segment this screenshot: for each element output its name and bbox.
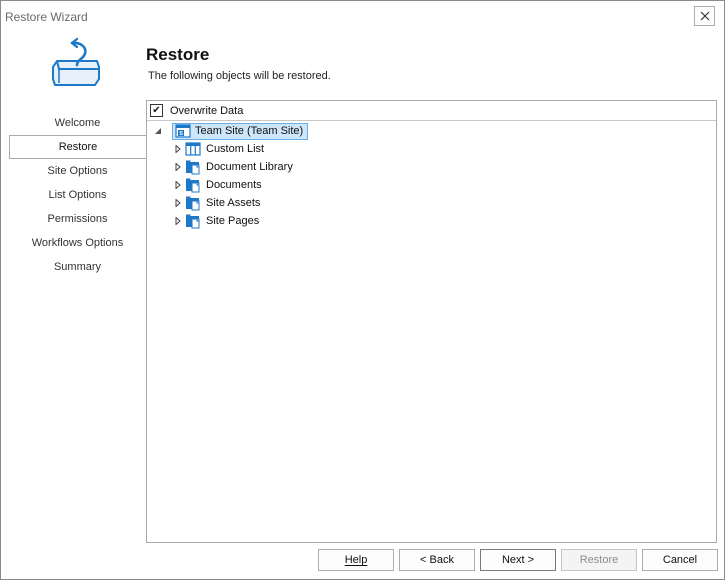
expand-arrow-icon[interactable]: [173, 158, 183, 176]
restore-wizard-window: Restore Wizard Restore The following obj…: [0, 0, 725, 580]
library-icon: [186, 178, 200, 193]
objects-panel: ✔ Overwrite Data S Team Site (Team Site): [146, 100, 717, 543]
tree-node-site-assets[interactable]: Site Assets: [173, 194, 260, 212]
expand-arrow-icon[interactable]: [173, 212, 183, 230]
close-button[interactable]: [694, 6, 715, 26]
nav-item-site-options[interactable]: Site Options: [9, 159, 146, 183]
tree-node-team-site[interactable]: S Team Site (Team Site): [153, 122, 309, 140]
cancel-button[interactable]: Cancel: [642, 549, 718, 571]
restore-box-icon: [52, 37, 100, 86]
tree-node-document-library[interactable]: Document Library: [173, 158, 293, 176]
tree-node-label: Site Pages: [206, 215, 260, 227]
page-title: Restore: [146, 45, 210, 64]
nav-item-label: Welcome: [54, 117, 101, 129]
expand-arrow-icon[interactable]: [173, 194, 183, 212]
nav-item-label: Workflows Options: [31, 237, 124, 249]
nav-item-workflows-options[interactable]: Workflows Options: [9, 231, 146, 255]
overwrite-data-checkbox[interactable]: ✔: [150, 104, 163, 117]
next-button[interactable]: Next >: [480, 549, 556, 571]
nav-item-label: List Options: [48, 189, 107, 201]
close-icon: [700, 11, 709, 21]
page-subtitle: The following objects will be restored.: [148, 70, 331, 82]
library-icon: [186, 214, 200, 229]
help-button-label: Help: [344, 554, 368, 566]
nav-item-label: Restore: [58, 141, 98, 153]
nav-item-summary[interactable]: Summary: [9, 255, 146, 279]
nav-item-label: Summary: [53, 261, 102, 273]
wizard-steps-nav: Welcome Restore Site Options List Option…: [9, 111, 146, 279]
sharepoint-site-icon: S: [175, 124, 191, 138]
nav-item-label: Permissions: [47, 213, 108, 225]
tree-node-label: Documents: [206, 179, 262, 191]
tree-node-selected[interactable]: S Team Site (Team Site): [172, 122, 309, 140]
collapse-arrow-icon[interactable]: [153, 122, 163, 140]
svg-text:S: S: [179, 131, 183, 137]
back-button-label: < Back: [420, 554, 454, 566]
expand-arrow-icon[interactable]: [173, 176, 183, 194]
library-icon: [186, 196, 200, 211]
overwrite-data-label: Overwrite Data: [170, 104, 244, 117]
list-icon: [185, 142, 201, 156]
overwrite-data-row: ✔ Overwrite Data: [147, 101, 716, 121]
nav-item-welcome[interactable]: Welcome: [9, 111, 146, 135]
nav-item-restore[interactable]: Restore: [9, 135, 146, 159]
nav-item-list-options[interactable]: List Options: [9, 183, 146, 207]
cancel-button-label: Cancel: [662, 554, 698, 566]
restore-button-label: Restore: [579, 554, 619, 566]
next-button-label: Next >: [501, 554, 535, 566]
tree-node-site-pages[interactable]: Site Pages: [173, 212, 259, 230]
expand-arrow-icon[interactable]: [173, 140, 183, 158]
tree-node-documents[interactable]: Documents: [173, 176, 262, 194]
window-title: Restore Wizard: [5, 10, 88, 24]
tree-node-custom-list[interactable]: Custom List: [173, 140, 264, 158]
nav-item-permissions[interactable]: Permissions: [9, 207, 146, 231]
help-button[interactable]: Help: [318, 549, 394, 571]
library-icon: [186, 160, 200, 175]
tree-node-label: Document Library: [206, 161, 293, 173]
restore-button[interactable]: Restore: [561, 549, 637, 571]
tree-node-label: Custom List: [206, 143, 265, 155]
tree-node-label: Team Site (Team Site): [195, 125, 304, 137]
nav-item-label: Site Options: [47, 165, 108, 177]
back-button[interactable]: < Back: [399, 549, 475, 571]
tree-node-label: Site Assets: [206, 197, 261, 209]
title-bar: Restore Wizard: [1, 1, 724, 31]
checkmark-icon: ✔: [152, 104, 161, 116]
